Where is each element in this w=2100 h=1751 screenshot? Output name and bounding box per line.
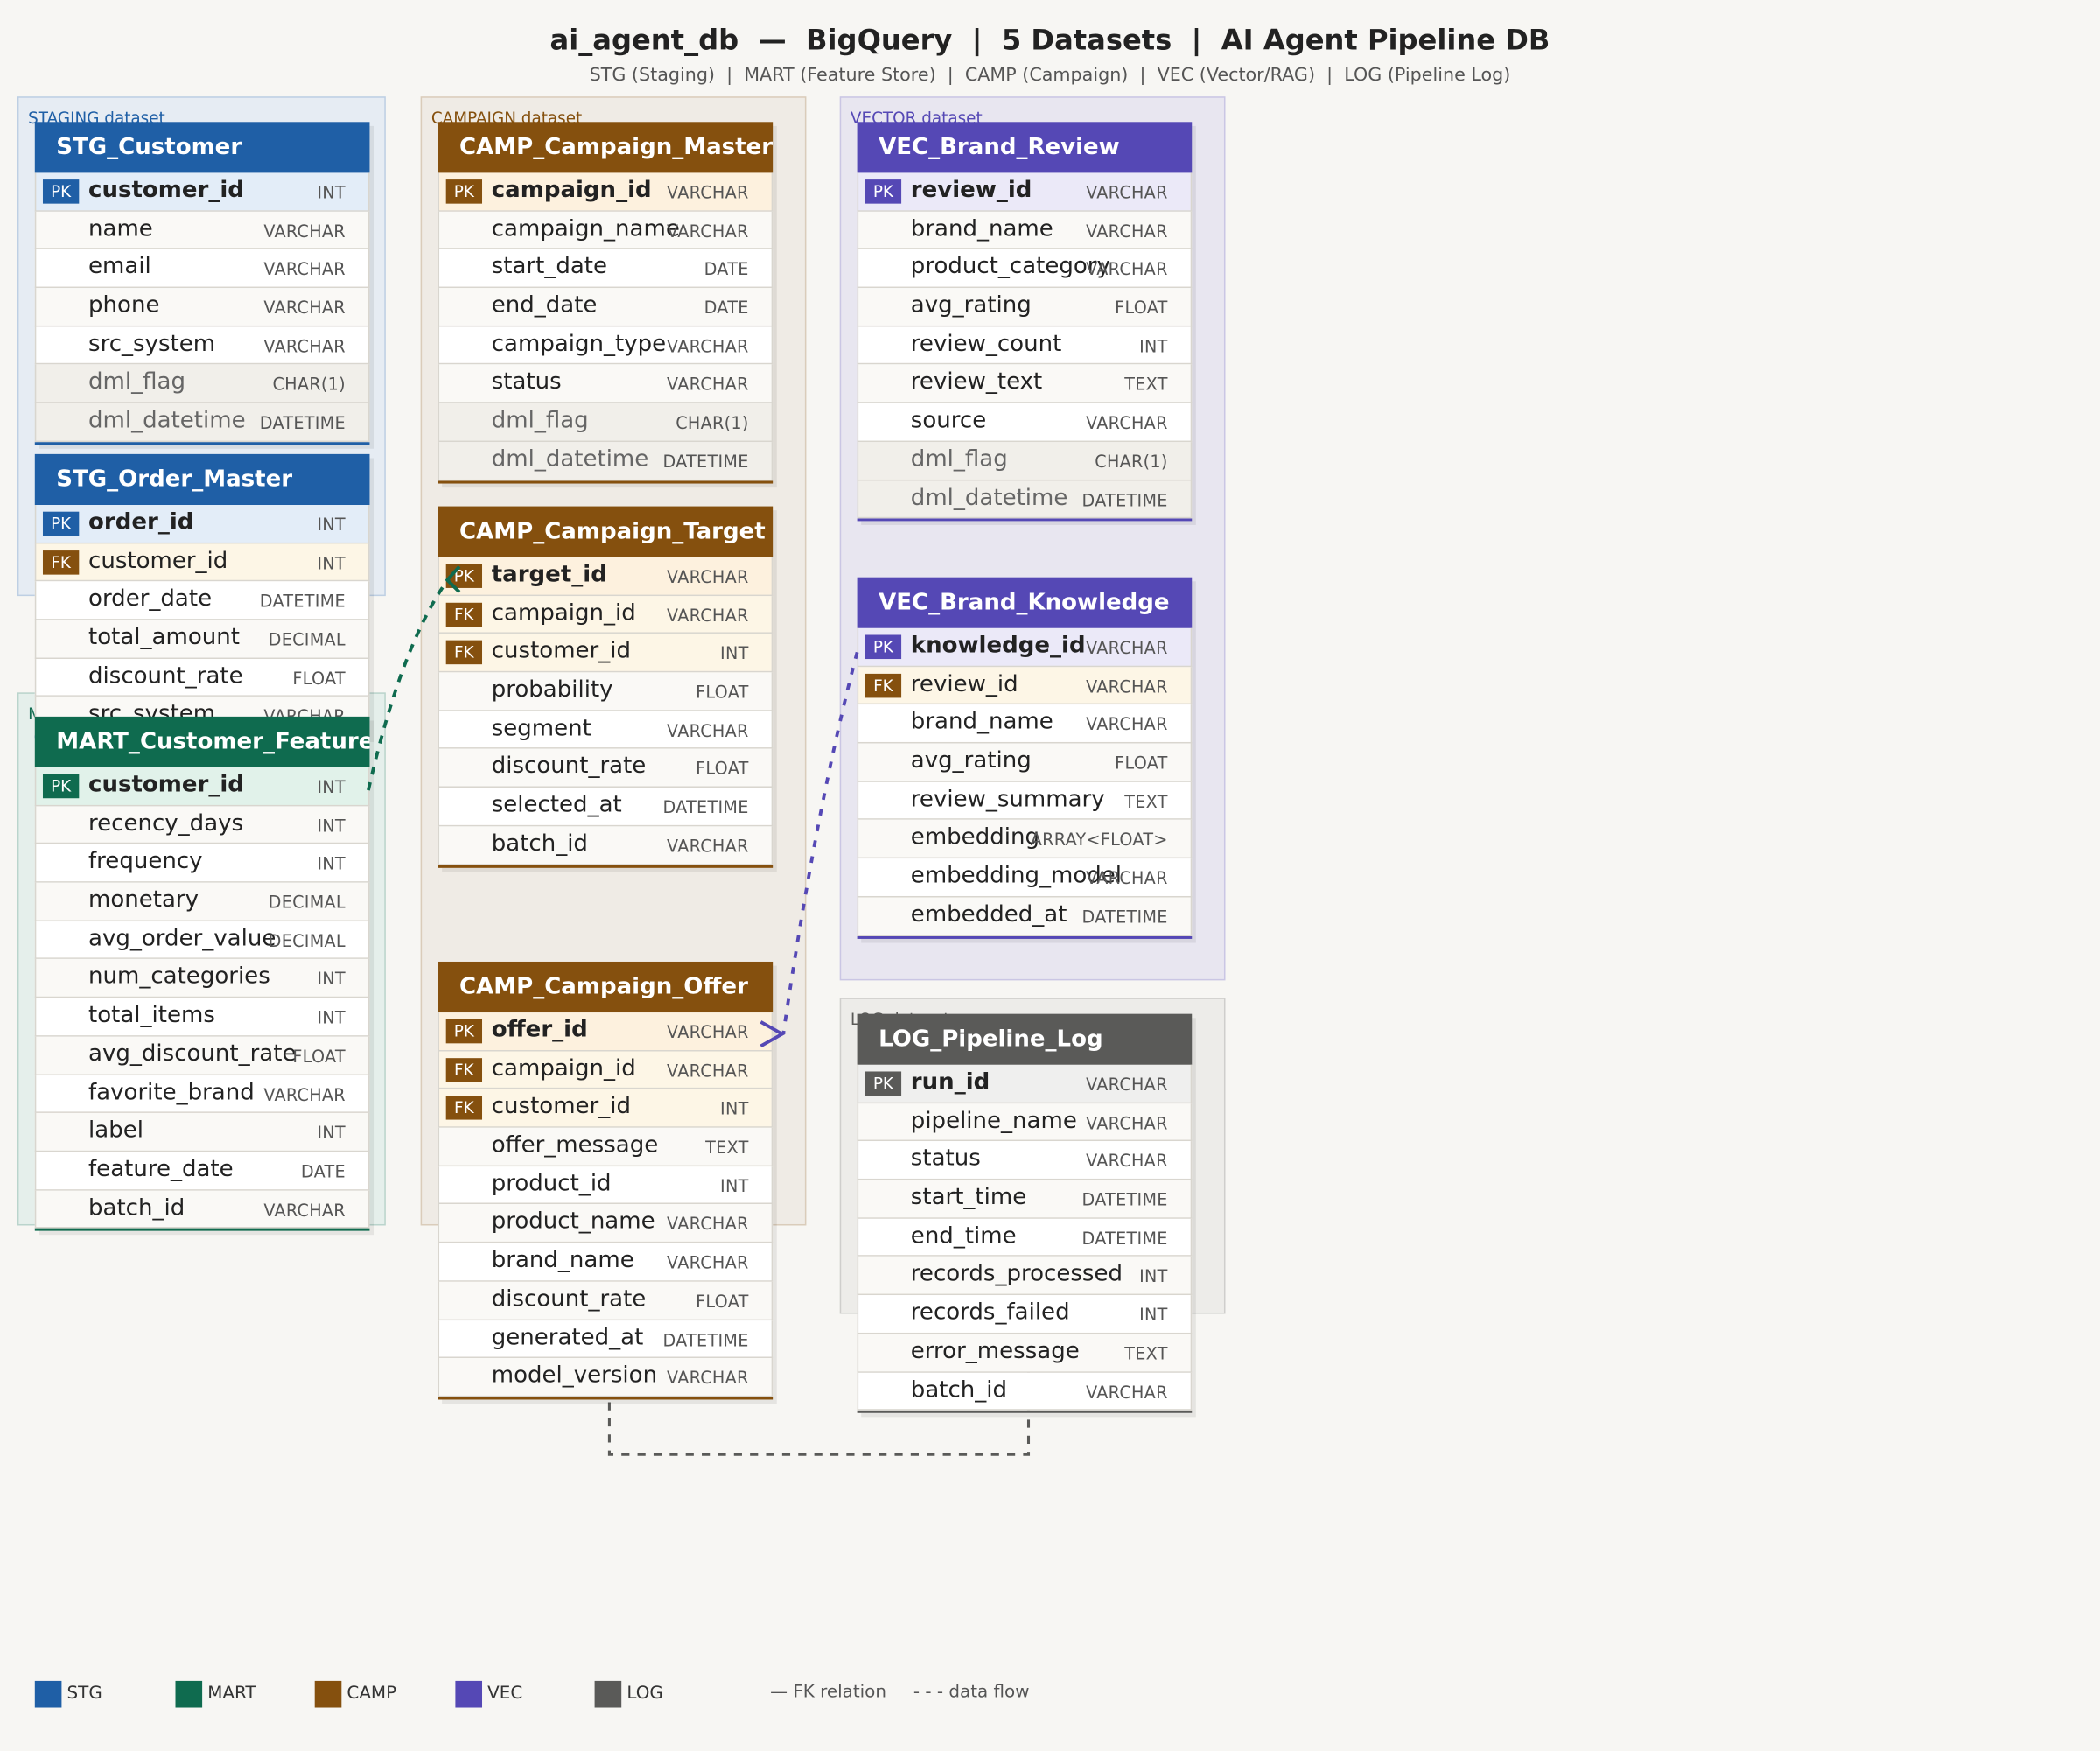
diagram-title: ai_agent_db — BigQuery | 5 Datasets | AI… bbox=[550, 24, 1550, 57]
legend-label: STG bbox=[66, 1683, 102, 1704]
legend-label: CAMP bbox=[346, 1683, 397, 1704]
flow-arrow-mart-to-target bbox=[444, 565, 461, 593]
flow-line-mart-to-target bbox=[367, 578, 451, 791]
relation-lines-front bbox=[367, 565, 859, 1048]
legend-swatch bbox=[175, 1680, 203, 1708]
legend-swatch bbox=[34, 1680, 62, 1708]
er-diagram: STAGING datasetMART datasetCAMPAIGN data… bbox=[0, 0, 2100, 1750]
legend-label: VEC bbox=[487, 1683, 523, 1704]
legend-label: LOG bbox=[626, 1683, 663, 1704]
legend-swatch bbox=[314, 1680, 342, 1708]
legend-swatch bbox=[594, 1680, 622, 1708]
legend-fk-relation: — FK relation bbox=[770, 1682, 886, 1703]
legend-swatch bbox=[455, 1680, 483, 1708]
flow-line-knowledge-to-offer bbox=[781, 651, 859, 1033]
diagram-subtitle: STG (Staging) | MART (Feature Store) | C… bbox=[589, 64, 1511, 86]
legend-label: MART bbox=[207, 1683, 256, 1704]
flow-arrow-knowledge-to-offer bbox=[760, 1020, 786, 1048]
legend-data-flow: - - - data flow bbox=[913, 1682, 1030, 1703]
